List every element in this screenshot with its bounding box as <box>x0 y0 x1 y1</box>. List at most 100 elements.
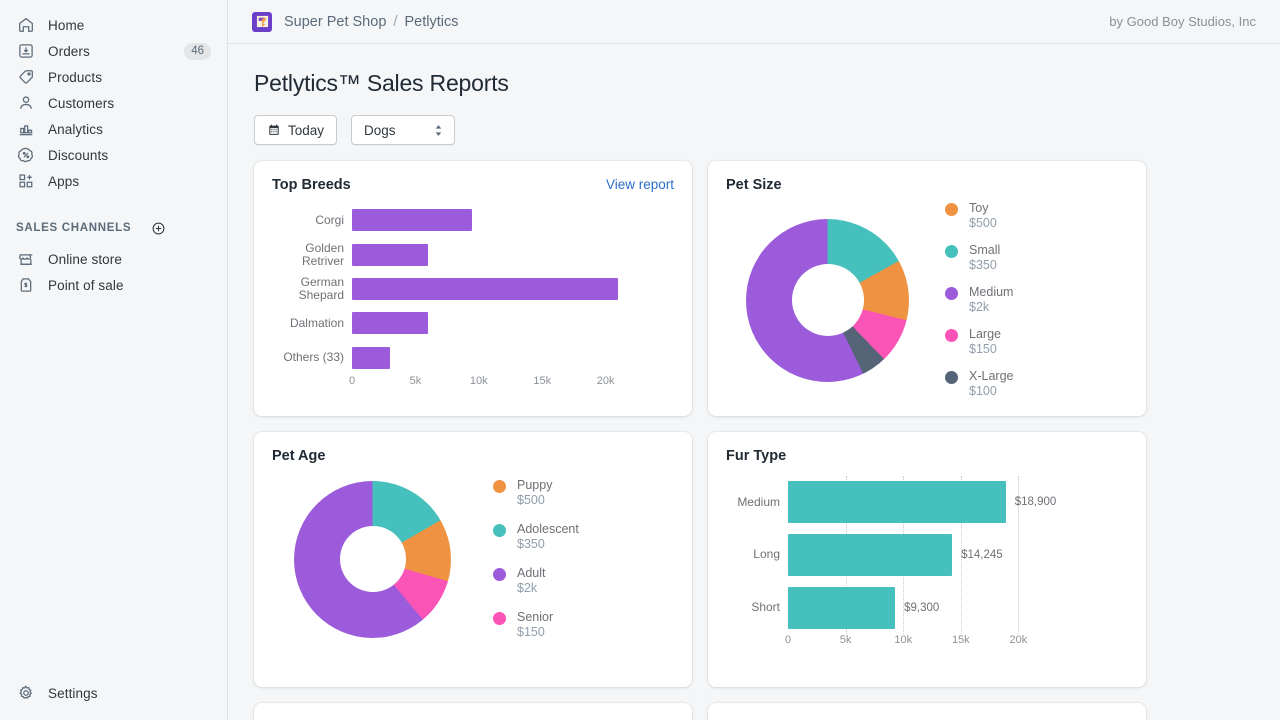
card-header: Pet Size <box>726 177 1128 193</box>
legend-label: Senior <box>517 610 553 625</box>
point-of-sale-icon <box>16 275 36 295</box>
card-title: Pet Size <box>726 177 782 193</box>
bar-category-label: Corgi <box>272 214 352 227</box>
apps-icon <box>16 171 36 191</box>
sidebar-item-home[interactable]: Home <box>8 12 219 38</box>
bar[interactable] <box>352 347 390 369</box>
bar[interactable] <box>352 278 618 300</box>
legend-item[interactable]: Large$150 <box>945 327 1013 357</box>
x-tick-label: 20k <box>597 375 615 387</box>
date-range-label: Today <box>288 123 324 138</box>
sidebar-item-point-of-sale[interactable]: Point of sale <box>8 272 219 298</box>
sidebar-item-online-store[interactable]: Online store <box>8 246 219 272</box>
store-icon <box>16 249 36 269</box>
legend-item[interactable]: Adult$2k <box>493 566 579 596</box>
legend-color-dot <box>493 524 506 537</box>
sidebar-item-settings[interactable]: Settings <box>8 680 219 706</box>
legend-item[interactable]: Toy$500 <box>945 201 1013 231</box>
legend-item[interactable]: Small$350 <box>945 243 1013 273</box>
bar[interactable] <box>788 534 952 576</box>
sidebar-item-analytics[interactable]: Analytics <box>8 116 219 142</box>
card-pet-age: Pet Age Puppy$500 Adolescent$350 Adult$2k S… <box>254 432 692 687</box>
page-title: Petlytics™ Sales Reports <box>254 70 1254 97</box>
sidebar-item-label: Apps <box>48 174 79 189</box>
chart-legend: Puppy$500 Adolescent$350 Adult$2k Senior$15… <box>493 478 579 640</box>
legend-item[interactable]: X-Large$100 <box>945 369 1013 399</box>
legend-item[interactable]: Puppy$500 <box>493 478 579 508</box>
legend-item[interactable]: Medium$2k <box>945 285 1013 315</box>
bar-row: Long$14,245 <box>726 529 1128 582</box>
x-tick-label: 10k <box>894 634 912 646</box>
bar[interactable] <box>788 587 895 629</box>
chart-plot-area: Medium $18,900 Long$14,245 Short $9,300 <box>726 476 1128 634</box>
sidebar-item-apps[interactable]: Apps <box>8 168 219 194</box>
legend-item[interactable]: Adolescent$350 <box>493 522 579 552</box>
sidebar-item-orders[interactable]: Orders 46 <box>8 38 219 64</box>
bar-value-label: $9,300 <box>904 602 939 614</box>
legend-item[interactable]: Senior$150 <box>493 610 579 640</box>
x-axis: 05k10k15k20k <box>352 375 650 391</box>
breadcrumb: Super Pet Shop / Petlytics <box>284 14 458 30</box>
sales-channels-title: SALES CHANNELS <box>16 222 131 234</box>
card-header: Top Breeds View report <box>272 177 674 193</box>
sidebar-item-label: Point of sale <box>48 278 124 293</box>
legend-value: $350 <box>517 537 579 552</box>
bar-category-label: Long <box>726 548 788 561</box>
bar-row: Medium $18,900 <box>726 476 1128 529</box>
app-byline: by Good Boy Studios, Inc <box>1109 14 1256 29</box>
sidebar-item-label: Orders <box>48 44 90 59</box>
sidebar-item-label: Online store <box>48 252 122 267</box>
gear-icon <box>16 683 36 703</box>
bar-category-label: Short <box>726 601 788 614</box>
sidebar-item-products[interactable]: Products <box>8 64 219 90</box>
date-range-button[interactable]: Today <box>254 115 337 145</box>
x-axis: 05k10k15k20k <box>788 634 1053 650</box>
view-report-link[interactable]: View report <box>606 177 674 192</box>
sidebar-bottom: Settings <box>0 680 227 706</box>
donut-chart <box>746 219 909 382</box>
bar[interactable] <box>788 481 1006 523</box>
bar-value-label: $18,900 <box>1015 496 1057 508</box>
legend-color-dot <box>945 329 958 342</box>
card-pet-size: Pet Size Toy$500 Small$350 Medium$2k Large$… <box>708 161 1146 416</box>
bar-category-label: Golden Retriver <box>272 242 352 268</box>
x-tick-label: 5k <box>840 634 852 646</box>
bar-row: German Shepard <box>272 272 674 306</box>
bar-row: Others (33) <box>272 341 674 375</box>
pet-size-chart: Toy$500 Small$350 Medium$2k Large$150 X-Larg… <box>726 201 1128 399</box>
bar[interactable] <box>352 244 428 266</box>
sidebar: Home Orders 46 Products <box>0 0 228 720</box>
bar[interactable] <box>352 312 428 334</box>
legend-value: $500 <box>969 216 997 231</box>
legend-value: $2k <box>969 300 1013 315</box>
bar-category-label: Dalmation <box>272 317 352 330</box>
bar[interactable] <box>352 209 472 231</box>
bar-row: Golden Retriver <box>272 237 674 271</box>
x-tick-label: 15k <box>533 375 551 387</box>
card-title: Pet Age <box>272 448 325 464</box>
sidebar-item-label: Home <box>48 18 84 33</box>
bar-row: Corgi <box>272 203 674 237</box>
legend-value: $500 <box>517 493 552 508</box>
petlytics-logo <box>252 12 272 32</box>
sidebar-item-label: Products <box>48 70 102 85</box>
plus-circle-icon[interactable] <box>150 220 166 236</box>
bar-category-label: Medium <box>726 496 788 509</box>
species-select[interactable]: Dogs <box>351 115 455 145</box>
card-energy-level: Energy Level <box>708 703 1146 720</box>
x-tick-label: 20k <box>1010 634 1028 646</box>
species-select-value: Dogs <box>364 123 396 138</box>
card-top-breeds: Top Breeds View report Corgi Golden Retri… <box>254 161 692 416</box>
sales-channels-header: SALES CHANNELS <box>8 216 219 240</box>
card-sheds: Sheds <box>254 703 692 720</box>
sidebar-item-discounts[interactable]: Discounts <box>8 142 219 168</box>
filter-controls: Today Dogs <box>254 115 1254 145</box>
bar-row: Short $9,300 <box>726 581 1128 634</box>
sidebar-item-label: Customers <box>48 96 114 111</box>
sidebar-item-label: Settings <box>48 686 98 701</box>
sidebar-item-customers[interactable]: Customers <box>8 90 219 116</box>
app-root: Home Orders 46 Products <box>0 0 1280 720</box>
legend-value: $100 <box>969 384 1013 399</box>
bar-row: Dalmation <box>272 306 674 340</box>
breadcrumb-shop[interactable]: Super Pet Shop <box>284 14 386 30</box>
